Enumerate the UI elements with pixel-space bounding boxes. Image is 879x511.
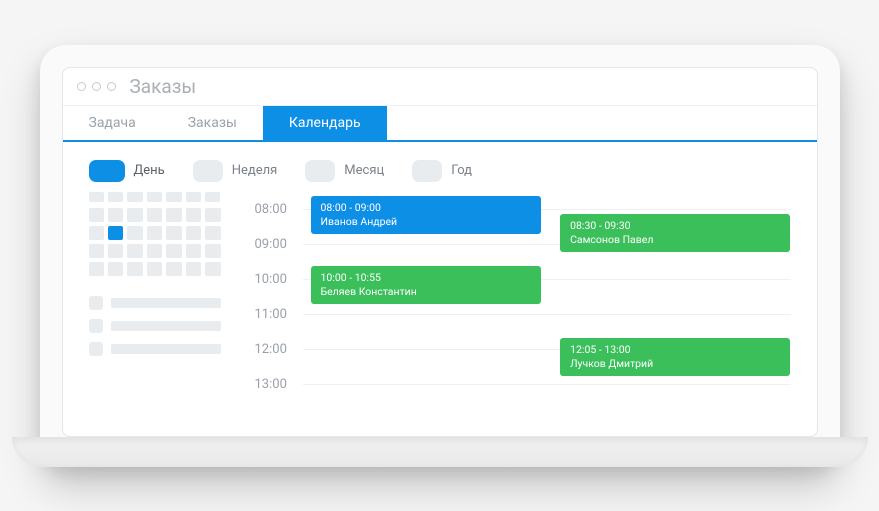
hour-label: 08:00 [255,202,303,217]
calendar-event[interactable]: 12:05 - 13:00 Лучков Дмитрий [560,338,790,376]
range-year-label: Год [451,163,472,178]
maximize-icon[interactable] [107,82,116,91]
range-day-label: День [134,163,165,178]
range-pill-icon [193,160,223,182]
event-time: 10:00 - 10:55 [321,271,531,285]
range-pill-icon [412,160,442,182]
event-time: 12:05 - 13:00 [570,343,780,357]
event-time: 08:30 - 09:30 [570,219,780,233]
range-day[interactable]: День [89,160,165,182]
hour-label: 11:00 [255,307,303,322]
titlebar: Заказы [63,68,817,106]
event-name: Лучков Дмитрий [570,357,780,371]
event-name: Иванов Андрей [321,215,531,229]
mini-calendar-selected-day[interactable] [108,226,123,240]
range-week[interactable]: Неделя [193,160,278,182]
range-selector: День Неделя Месяц Год [63,142,817,192]
hour-label: 10:00 [255,272,303,287]
range-year[interactable]: Год [412,160,472,182]
range-week-label: Неделя [232,163,278,178]
laptop-base [12,437,868,467]
timeline: 08:00 09:00 10:00 11:00 12:00 13:00 08:0… [255,192,791,402]
window-controls[interactable] [77,82,116,91]
mini-calendar[interactable] [89,208,221,276]
hour-label: 13:00 [255,377,303,392]
range-pill-icon [305,160,335,182]
app-window: Заказы Задача Заказы Календарь День Неде… [62,67,818,437]
events-layer: 08:00 - 09:00 Иванов Андрей 08:30 - 09:3… [311,192,791,402]
mini-calendar-header [89,192,221,202]
tab-calendar[interactable]: Календарь [263,106,387,140]
legend-item [89,342,221,356]
range-month-label: Месяц [344,163,384,178]
range-month[interactable]: Месяц [305,160,384,182]
event-name: Самсонов Павел [570,233,780,247]
calendar-event[interactable]: 08:00 - 09:00 Иванов Андрей [311,196,541,234]
legend-item [89,296,221,310]
laptop-frame: Заказы Задача Заказы Календарь День Неде… [40,45,840,467]
calendar-event[interactable]: 10:00 - 10:55 Беляев Константин [311,266,541,304]
minimize-icon[interactable] [92,82,101,91]
window-title: Заказы [130,75,197,98]
range-pill-icon [89,160,125,182]
tab-tasks[interactable]: Задача [63,106,162,140]
close-icon[interactable] [77,82,86,91]
event-time: 08:00 - 09:00 [321,201,531,215]
sidebar [89,192,221,402]
calendar-event[interactable]: 08:30 - 09:30 Самсонов Павел [560,214,790,252]
calendar-body: 08:00 09:00 10:00 11:00 12:00 13:00 08:0… [63,192,817,422]
hour-label: 09:00 [255,237,303,252]
tab-orders[interactable]: Заказы [162,106,263,140]
hour-label: 12:00 [255,342,303,357]
event-name: Беляев Константин [321,285,531,299]
tab-bar: Задача Заказы Календарь [63,106,817,142]
legend-item [89,319,221,333]
legend [89,296,221,356]
